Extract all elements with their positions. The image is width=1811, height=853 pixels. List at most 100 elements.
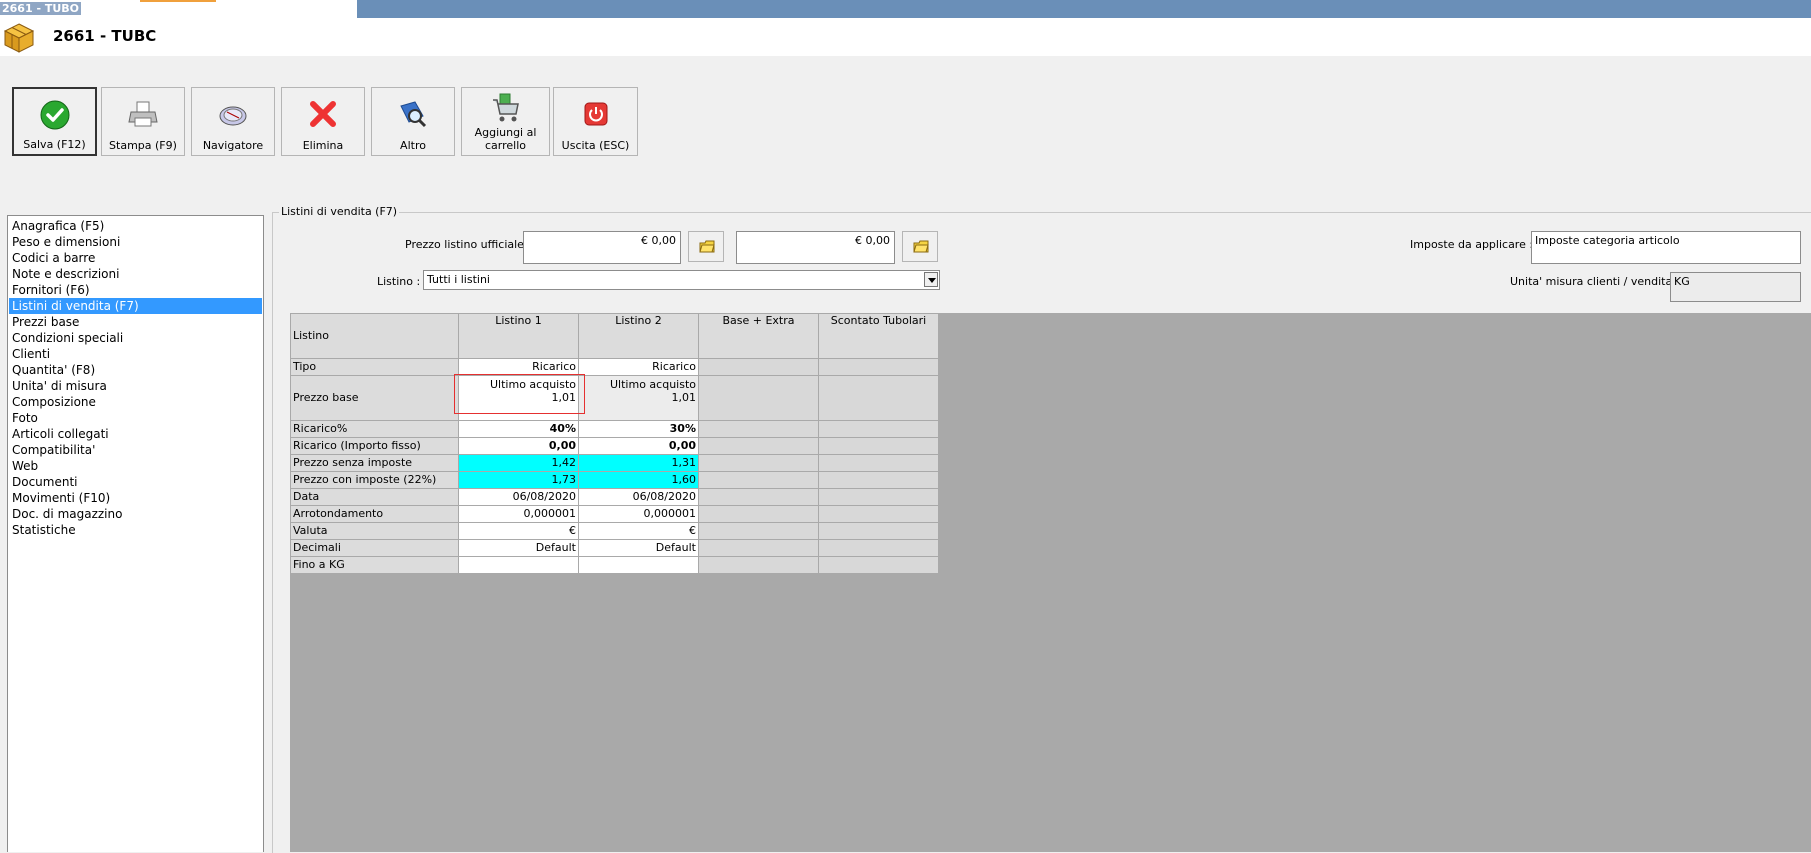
cell-arrotondamento-1[interactable]: 0,000001 (458, 505, 579, 523)
cell-tipo-1[interactable]: Ricarico (458, 358, 579, 376)
folder-icon (699, 240, 715, 253)
cell-empty (818, 505, 939, 523)
grid-header-scontato-tubolari[interactable]: Scontato Tubolari (818, 313, 939, 359)
sidebar-item-doc-magazzino[interactable]: Doc. di magazzino (9, 506, 262, 522)
table-row: Decimali Default Default (290, 539, 939, 557)
cell-empty (698, 454, 819, 472)
listino-select[interactable]: Tutti i listini (423, 270, 940, 290)
cell-fino-a-2[interactable] (578, 556, 699, 574)
cell-valuta-1[interactable]: € (458, 522, 579, 540)
cell-empty (698, 505, 819, 523)
cell-empty (698, 358, 819, 376)
delete-label: Elimina (302, 139, 344, 152)
add-to-cart-button[interactable]: Aggiungi al carrello (461, 87, 550, 156)
navigator-label: Navigatore (202, 139, 264, 152)
table-row: Ricarico (Importo fisso) 0,00 0,00 (290, 437, 939, 455)
sidebar-item-unita-misura[interactable]: Unita' di misura (9, 378, 262, 394)
cell-empty (698, 375, 819, 421)
grid-header-listino-1[interactable]: Listino 1 (458, 313, 579, 359)
grid-header-listino-2[interactable]: Listino 2 (578, 313, 699, 359)
listino-select-value: Tutti i listini (427, 273, 490, 286)
sidebar-item-anagrafica[interactable]: Anagrafica (F5) (9, 218, 262, 234)
cell-tipo-2[interactable]: Ricarico (578, 358, 699, 376)
prezzo-base-value-2: 1,01 (671, 391, 697, 404)
title-bar-text: 2661 - TUBO (0, 2, 82, 15)
table-row: Ricarico% 40% 30% (290, 420, 939, 438)
title-bar-tab: 2661 - TUBO (0, 0, 357, 18)
prezzo-listino-field-1[interactable]: € 0,00 (523, 231, 681, 264)
sidebar-item-quantita[interactable]: Quantita' (F8) (9, 362, 262, 378)
table-row: Prezzo base Ultimo acquisto 1,01 Ultimo … (290, 375, 939, 421)
folder-button-1[interactable] (688, 231, 724, 262)
sidebar-item-clienti[interactable]: Clienti (9, 346, 262, 362)
cell-data-1[interactable]: 06/08/2020 (458, 488, 579, 506)
sidebar-item-composizione[interactable]: Composizione (9, 394, 262, 410)
cell-decimali-1[interactable]: Default (458, 539, 579, 557)
folder-icon (913, 240, 929, 253)
folder-button-2[interactable] (902, 231, 938, 262)
prezzo-listino-field-2[interactable]: € 0,00 (736, 231, 895, 264)
cell-con-imposte-1[interactable]: 1,73 (458, 471, 579, 489)
row-label-data: Data (290, 488, 459, 506)
grid-header-base-extra[interactable]: Base + Extra (698, 313, 819, 359)
cell-empty (818, 522, 939, 540)
cell-arrotondamento-2[interactable]: 0,000001 (578, 505, 699, 523)
cell-ricarico-pct-1[interactable]: 40% (458, 420, 579, 438)
save-label: Salva (F12) (23, 138, 86, 151)
exit-label: Uscita (ESC) (561, 139, 630, 152)
navigator-button[interactable]: Navigatore (191, 87, 275, 156)
table-row: Valuta € € (290, 522, 939, 540)
cell-empty (818, 471, 939, 489)
sidebar-item-codici-barre[interactable]: Codici a barre (9, 250, 262, 266)
imposte-field[interactable]: Imposte categoria articolo (1531, 231, 1801, 264)
cell-valuta-2[interactable]: € (578, 522, 699, 540)
row-label-fino-a: Fino a KG (290, 556, 459, 574)
delete-button[interactable]: Elimina (281, 87, 365, 156)
other-label: Altro (400, 139, 426, 152)
sidebar-item-note-descrizioni[interactable]: Note e descrizioni (9, 266, 262, 282)
listini-grid: Listino Listino 1 Listino 2 Base + Extra… (290, 313, 939, 574)
cell-data-2[interactable]: 06/08/2020 (578, 488, 699, 506)
row-label-prezzo-base: Prezzo base (290, 375, 459, 421)
sidebar-item-condizioni-speciali[interactable]: Condizioni speciali (9, 330, 262, 346)
group-title: Listini di vendita (F7) (279, 205, 400, 218)
sidebar-item-documenti[interactable]: Documenti (9, 474, 262, 490)
cell-ricarico-fisso-2[interactable]: 0,00 (578, 437, 699, 455)
cell-senza-imposte-2[interactable]: 1,31 (578, 454, 699, 472)
sidebar-item-foto[interactable]: Foto (9, 410, 262, 426)
row-label-ricarico-fisso: Ricarico (Importo fisso) (290, 437, 459, 455)
header: 2661 - TUBC (0, 18, 1811, 56)
row-label-con-imposte: Prezzo con imposte (22%) (290, 471, 459, 489)
cell-empty (698, 420, 819, 438)
cell-decimali-2[interactable]: Default (578, 539, 699, 557)
cell-prezzo-base-2[interactable]: Ultimo acquisto 1,01 (578, 375, 699, 421)
sidebar-item-peso-dimensioni[interactable]: Peso e dimensioni (9, 234, 262, 250)
cell-ricarico-fisso-1[interactable]: 0,00 (458, 437, 579, 455)
sidebar-item-web[interactable]: Web (9, 458, 262, 474)
table-row: Tipo Ricarico Ricarico (290, 358, 939, 376)
sidebar-item-fornitori[interactable]: Fornitori (F6) (9, 282, 262, 298)
save-button[interactable]: Salva (F12) (12, 87, 97, 156)
cell-con-imposte-2[interactable]: 1,60 (578, 471, 699, 489)
print-label: Stampa (F9) (109, 139, 177, 152)
cell-ricarico-pct-2[interactable]: 30% (578, 420, 699, 438)
search-book-icon (400, 101, 427, 128)
cell-senza-imposte-1[interactable]: 1,42 (458, 454, 579, 472)
sidebar-item-movimenti[interactable]: Movimenti (F10) (9, 490, 262, 506)
chevron-down-icon[interactable] (924, 272, 938, 287)
unita-field: KG (1670, 272, 1801, 302)
sidebar-item-compatibilita[interactable]: Compatibilita' (9, 442, 262, 458)
sidebar-item-listini-vendita[interactable]: Listini di vendita (F7) (9, 298, 262, 314)
prezzo-base-source-2: Ultimo acquisto (610, 378, 696, 391)
cell-fino-a-1[interactable] (458, 556, 579, 574)
sidebar-item-statistiche[interactable]: Statistiche (9, 522, 262, 538)
sidebar-item-prezzi-base[interactable]: Prezzi base (9, 314, 262, 330)
exit-button[interactable]: Uscita (ESC) (553, 87, 638, 156)
sidebar-item-articoli-collegati[interactable]: Articoli collegati (9, 426, 262, 442)
row-label-ricarico-pct: Ricarico% (290, 420, 459, 438)
print-button[interactable]: Stampa (F9) (101, 87, 185, 156)
table-row: Prezzo con imposte (22%) 1,73 1,60 (290, 471, 939, 489)
other-button[interactable]: Altro (371, 87, 455, 156)
cell-empty (818, 358, 939, 376)
cell-empty (698, 522, 819, 540)
